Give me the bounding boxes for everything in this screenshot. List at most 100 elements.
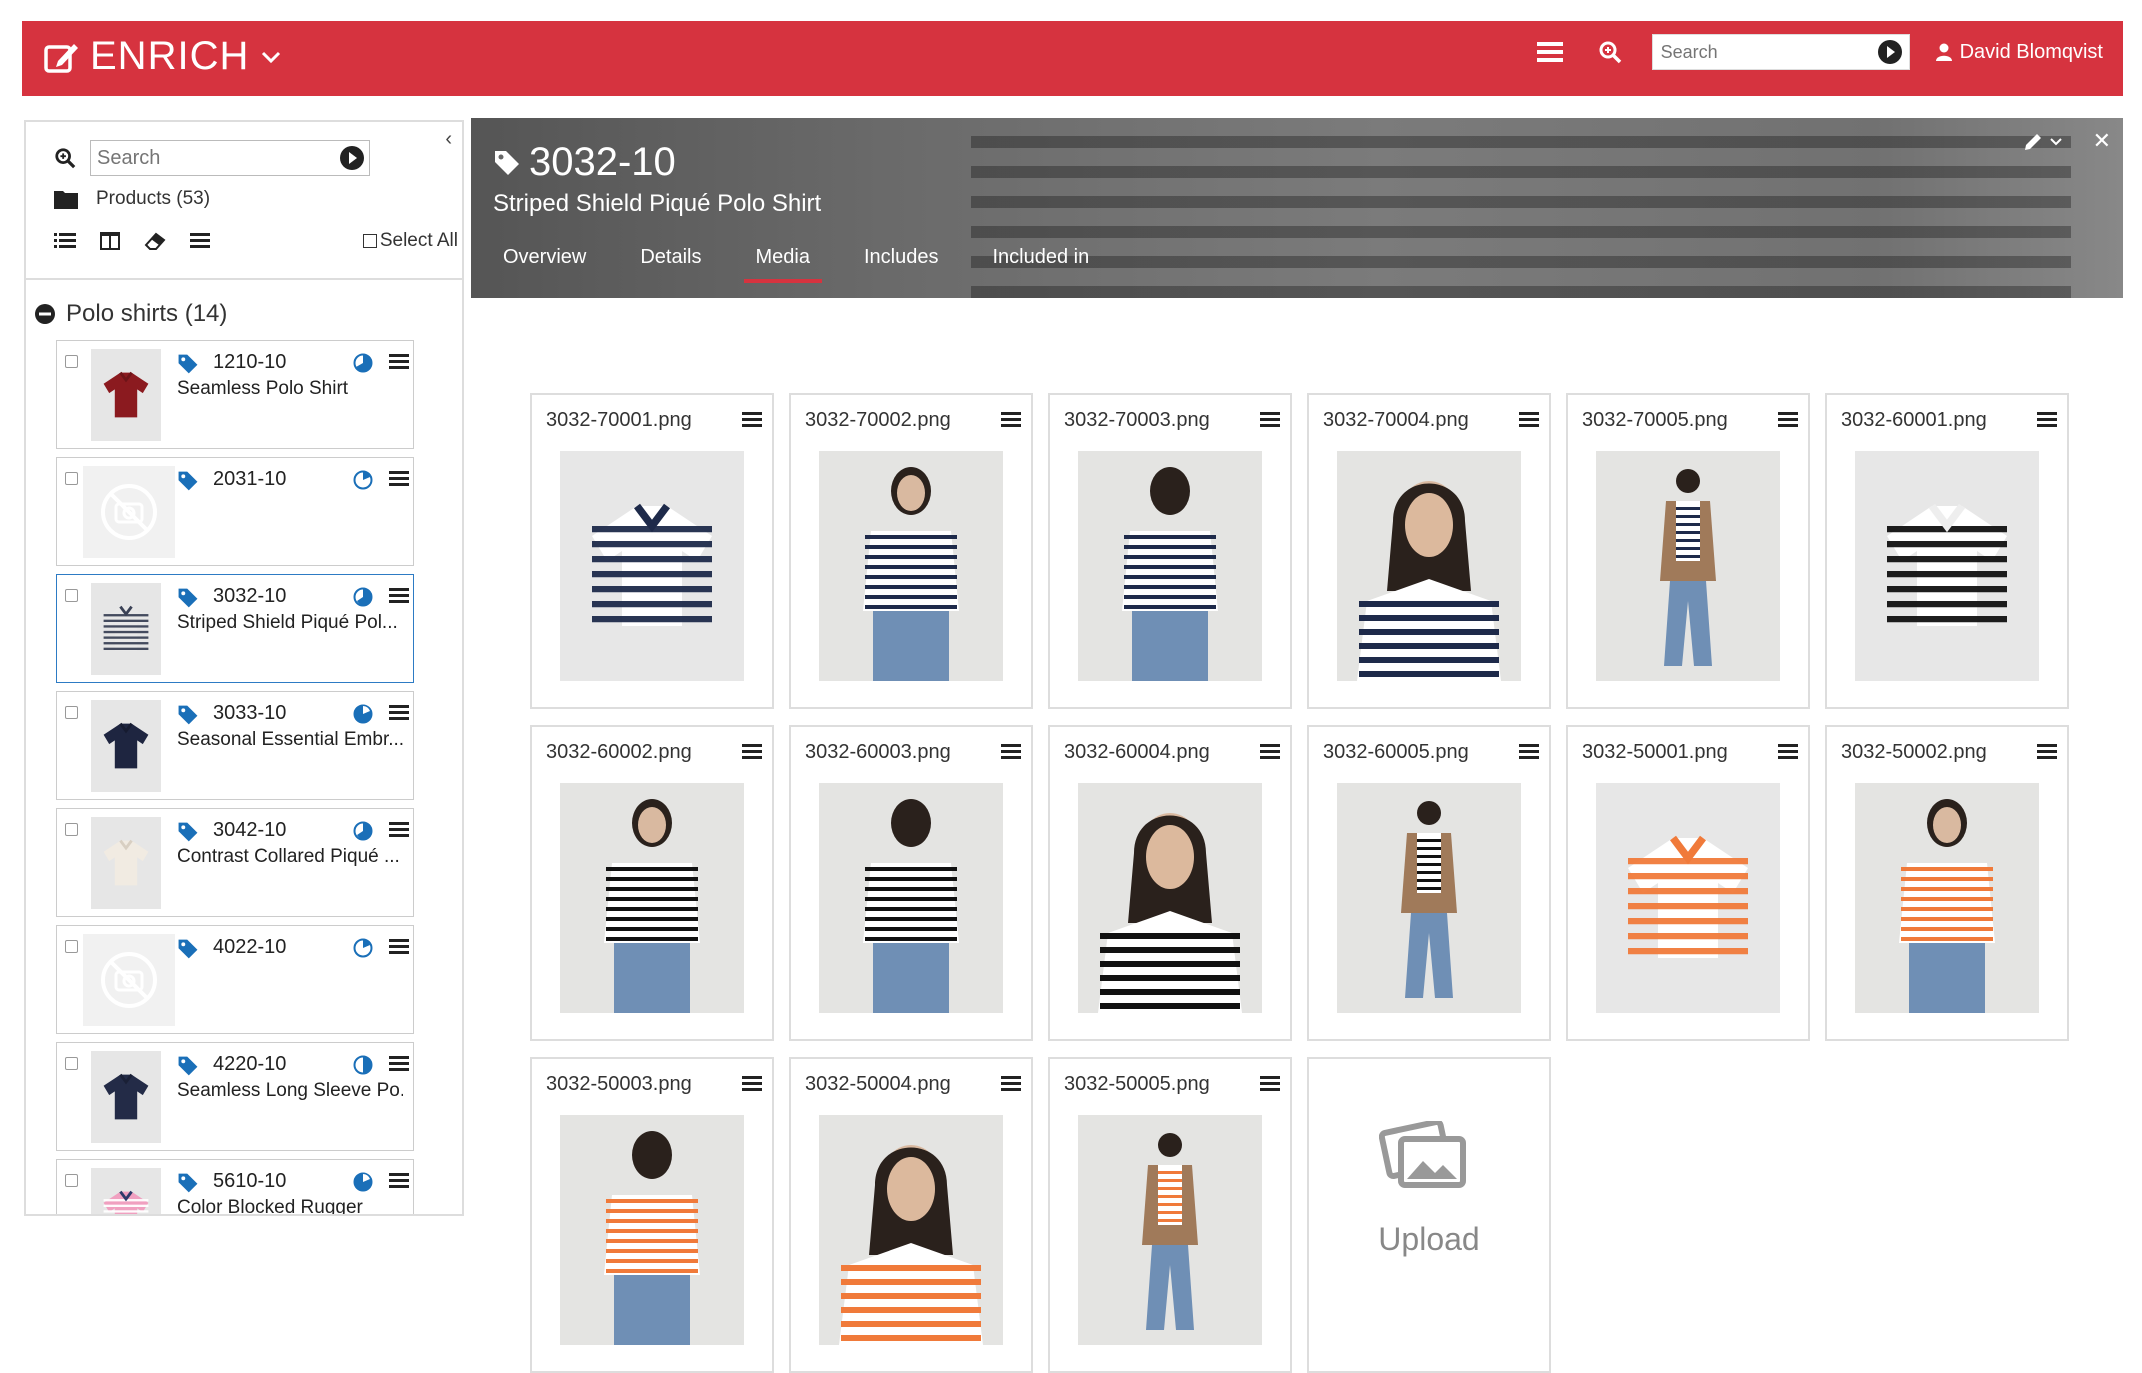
eraser-icon[interactable] [144, 232, 166, 250]
media-image[interactable] [1078, 783, 1262, 1013]
menu-icon[interactable] [190, 232, 210, 250]
item-checkbox[interactable] [65, 1174, 78, 1187]
media-card[interactable]: 3032-50004.png [789, 1057, 1033, 1373]
media-image[interactable] [560, 783, 744, 1013]
product-list-item[interactable]: 3042-10 Contrast Collared Piqué ... [56, 808, 414, 917]
media-card[interactable]: 3032-50003.png [530, 1057, 774, 1373]
media-image[interactable] [1337, 451, 1521, 681]
media-image[interactable] [1337, 783, 1521, 1013]
search-go-icon[interactable] [1877, 39, 1903, 65]
main-menu-icon[interactable] [1532, 34, 1568, 70]
media-card[interactable]: 3032-60003.png [789, 725, 1033, 1041]
media-image[interactable] [1078, 1115, 1262, 1345]
product-list-item[interactable]: 5610-10 Color Blocked Rugger [56, 1159, 414, 1216]
media-card[interactable]: 3032-50002.png [1825, 725, 2069, 1041]
media-menu-icon[interactable] [1260, 411, 1280, 434]
tab-overview[interactable]: Overview [499, 246, 586, 275]
item-menu-icon[interactable] [389, 704, 409, 727]
media-card[interactable]: 3032-50001.png [1566, 725, 1810, 1041]
user-menu[interactable]: David Blomqvist [1936, 41, 2103, 64]
media-menu-icon[interactable] [1778, 411, 1798, 434]
media-image[interactable] [1855, 451, 2039, 681]
item-menu-icon[interactable] [389, 470, 409, 493]
collapse-panel-icon[interactable]: ‹ [445, 128, 452, 151]
media-image[interactable] [819, 1115, 1003, 1345]
products-folder[interactable]: Products (53) [54, 188, 210, 210]
item-menu-icon[interactable] [389, 1055, 409, 1078]
app-logo[interactable]: ENRICH [44, 34, 291, 79]
item-checkbox[interactable] [65, 823, 78, 836]
product-thumbnail[interactable] [91, 349, 161, 441]
media-image[interactable] [1855, 783, 2039, 1013]
product-thumbnail[interactable] [91, 1168, 161, 1216]
zoom-search-icon[interactable] [1592, 34, 1628, 70]
media-image[interactable] [1596, 783, 1780, 1013]
media-card[interactable]: 3032-70004.png [1307, 393, 1551, 709]
product-list-item[interactable]: 4220-10 Seamless Long Sleeve Po... [56, 1042, 414, 1151]
global-search-input[interactable] [1661, 42, 1861, 63]
media-menu-icon[interactable] [2037, 743, 2057, 766]
media-image[interactable] [560, 451, 744, 681]
media-card[interactable]: 3032-70005.png [1566, 393, 1810, 709]
media-card[interactable]: 3032-60005.png [1307, 725, 1551, 1041]
media-menu-icon[interactable] [2037, 411, 2057, 434]
media-card[interactable]: 3032-60002.png [530, 725, 774, 1041]
product-list-item[interactable]: 2031-10 [56, 457, 414, 566]
media-card[interactable]: 3032-60004.png [1048, 725, 1292, 1041]
product-list-item[interactable]: 4022-10 [56, 925, 414, 1034]
item-menu-icon[interactable] [389, 821, 409, 844]
item-checkbox[interactable] [65, 589, 78, 602]
media-menu-icon[interactable] [1260, 1075, 1280, 1098]
media-card[interactable]: 3032-70002.png [789, 393, 1033, 709]
media-image[interactable] [1596, 451, 1780, 681]
close-icon[interactable]: ✕ [2093, 128, 2111, 154]
media-menu-icon[interactable] [742, 411, 762, 434]
media-menu-icon[interactable] [1260, 743, 1280, 766]
upload-card[interactable]: Upload [1307, 1057, 1551, 1373]
media-image[interactable] [560, 1115, 744, 1345]
product-thumbnail[interactable] [91, 1051, 161, 1143]
product-thumbnail[interactable] [91, 700, 161, 792]
media-menu-icon[interactable] [1001, 743, 1021, 766]
product-list-item[interactable]: 1210-10 Seamless Polo Shirt [56, 340, 414, 449]
product-search-input[interactable] [97, 147, 317, 170]
item-menu-icon[interactable] [389, 1172, 409, 1195]
media-menu-icon[interactable] [742, 1075, 762, 1098]
select-all-checkbox[interactable]: Select All [363, 230, 458, 252]
item-menu-icon[interactable] [389, 938, 409, 961]
group-header-polo-shirts[interactable]: Polo shirts (14) [34, 300, 227, 328]
tab-details[interactable]: Details [636, 246, 701, 275]
tab-includes[interactable]: Includes [860, 246, 939, 275]
product-thumbnail[interactable] [91, 817, 161, 909]
media-card[interactable]: 3032-60001.png [1825, 393, 2069, 709]
minus-circle-icon[interactable] [34, 303, 56, 325]
media-menu-icon[interactable] [742, 743, 762, 766]
media-card[interactable]: 3032-70003.png [1048, 393, 1292, 709]
list-view-icon[interactable] [54, 232, 76, 250]
media-image[interactable] [819, 783, 1003, 1013]
product-list-item[interactable]: 3032-10 Striped Shield Piqué Pol... [56, 574, 414, 683]
media-menu-icon[interactable] [1778, 743, 1798, 766]
product-list-item[interactable]: 3033-10 Seasonal Essential Embr... [56, 691, 414, 800]
item-menu-icon[interactable] [389, 587, 409, 610]
item-checkbox[interactable] [65, 355, 78, 368]
tab-media[interactable]: Media [752, 246, 810, 275]
media-menu-icon[interactable] [1519, 743, 1539, 766]
media-menu-icon[interactable] [1001, 411, 1021, 434]
tab-included-in[interactable]: Included in [988, 246, 1089, 275]
zoom-search-icon[interactable] [54, 147, 76, 169]
item-checkbox[interactable] [65, 472, 78, 485]
media-menu-icon[interactable] [1001, 1075, 1021, 1098]
media-image[interactable] [1078, 451, 1262, 681]
columns-view-icon[interactable] [100, 232, 120, 250]
search-go-icon[interactable] [339, 145, 365, 171]
edit-menu[interactable] [2023, 132, 2063, 152]
media-image[interactable] [819, 451, 1003, 681]
item-checkbox[interactable] [65, 1057, 78, 1070]
product-thumbnail[interactable] [91, 583, 161, 675]
item-checkbox[interactable] [65, 940, 78, 953]
item-checkbox[interactable] [65, 706, 78, 719]
media-card[interactable]: 3032-70001.png [530, 393, 774, 709]
media-menu-icon[interactable] [1519, 411, 1539, 434]
item-menu-icon[interactable] [389, 353, 409, 376]
